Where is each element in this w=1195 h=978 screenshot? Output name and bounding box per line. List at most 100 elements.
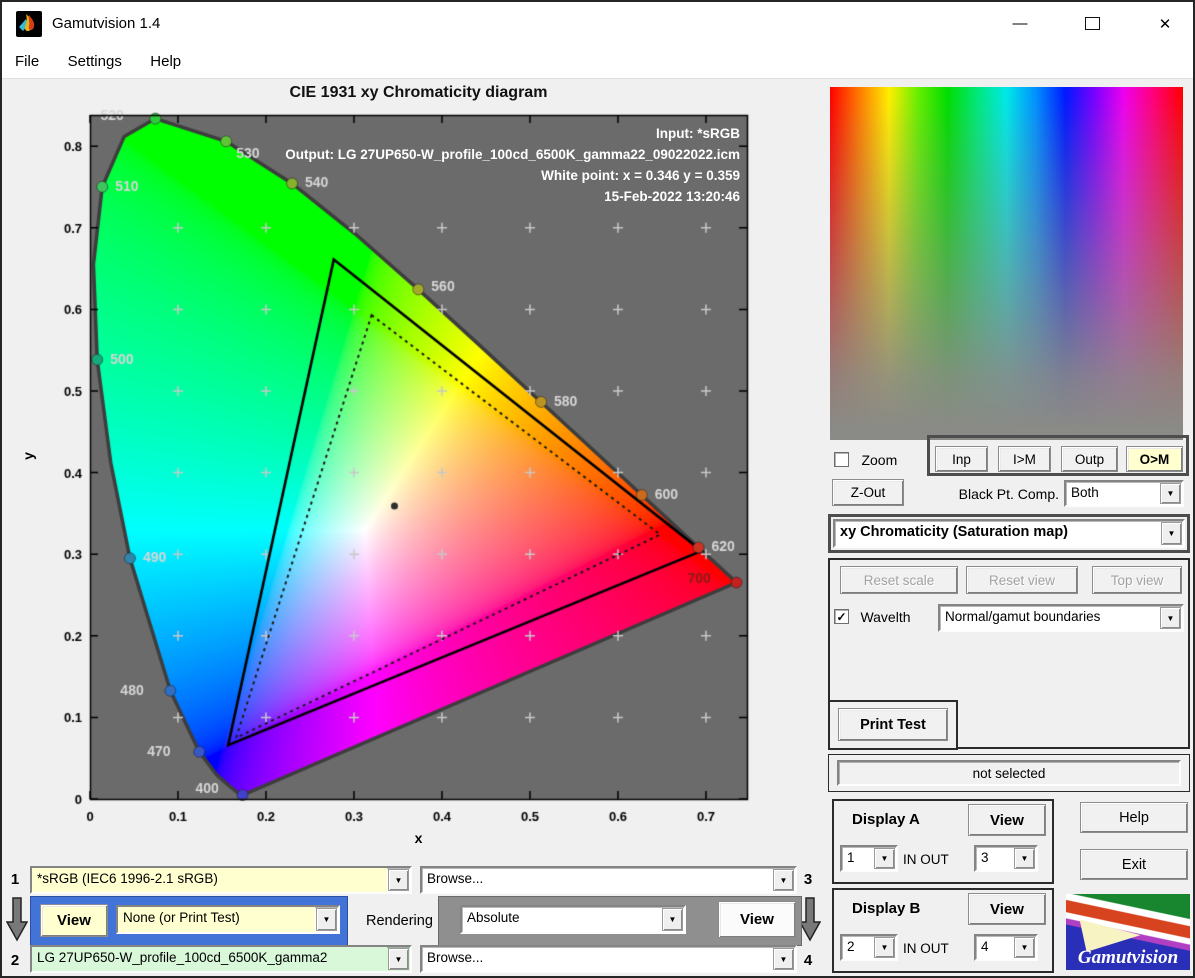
status-text: not selected <box>972 765 1046 781</box>
exit-button[interactable]: Exit <box>1080 849 1188 880</box>
outp-button[interactable]: Outp <box>1061 446 1118 472</box>
dropdown-arrow-icon[interactable]: ▼ <box>1014 937 1035 958</box>
dropdown-arrow-icon[interactable]: ▼ <box>316 908 337 931</box>
annotation-output: Output: LG 27UP650-W_profile_100cd_6500K… <box>285 147 740 162</box>
top-view-label: Top view <box>1110 572 1164 588</box>
o-to-m-button[interactable]: O>M <box>1126 446 1183 472</box>
slot2-label: 2 <box>10 952 20 969</box>
print-test-button[interactable]: Print Test <box>838 708 948 741</box>
zoom-checkbox-box[interactable] <box>834 452 849 468</box>
minimize-icon: — <box>1012 15 1028 32</box>
minimize-button[interactable]: — <box>992 2 1048 45</box>
reset-view-label: Reset view <box>988 572 1056 588</box>
dropdown-arrow-icon[interactable]: ▼ <box>1160 483 1181 504</box>
chart-title: CIE 1931 xy Chromaticity diagram <box>289 84 548 101</box>
z-out-button-label: Z-Out <box>850 485 886 500</box>
o-to-m-button-label: O>M <box>1139 451 1170 467</box>
view-left-button[interactable]: View <box>40 904 108 937</box>
down-arrow-icon <box>799 897 821 942</box>
maximize-button[interactable] <box>1064 2 1120 45</box>
i-to-m-button[interactable]: I>M <box>998 446 1051 472</box>
app-window: Gamutvision 1.4 — ✕ File Settings Help C… <box>0 0 1195 978</box>
display-mode-select[interactable]: xy Chromaticity (Saturation map) ▼ <box>833 519 1185 548</box>
menu-file[interactable]: File <box>2 46 51 70</box>
rendering-intent-select[interactable]: Absolute ▼ <box>460 905 686 934</box>
title-bar: Gamutvision 1.4 — ✕ <box>2 2 1193 46</box>
display-a-out-value: 3 <box>981 850 989 865</box>
reset-scale-label: Reset scale <box>863 572 935 588</box>
menu-bar: File Settings Help <box>2 46 1193 79</box>
slot3-label: 3 <box>803 871 813 888</box>
close-button[interactable]: ✕ <box>1137 2 1193 45</box>
outp-button-label: Outp <box>1074 451 1105 467</box>
top-view-button[interactable]: Top view <box>1092 566 1182 594</box>
display-b-in-value: 2 <box>847 939 855 954</box>
zoom-checkbox[interactable]: Zoom <box>834 451 897 469</box>
close-icon: ✕ <box>1158 15 1172 33</box>
browse4-value: Browse... <box>427 950 484 965</box>
help-button[interactable]: Help <box>1080 802 1188 833</box>
status-bar: not selected <box>837 760 1181 786</box>
slot4-label: 4 <box>803 952 813 969</box>
exit-button-label: Exit <box>1121 856 1147 873</box>
display-a-out-select[interactable]: 3 ▼ <box>974 845 1038 872</box>
display-b-title: Display B <box>852 900 921 917</box>
inp-button[interactable]: Inp <box>935 446 988 472</box>
display-b-out-select[interactable]: 4 ▼ <box>974 934 1038 961</box>
rendering-intent-value: Absolute <box>467 910 520 925</box>
display-a-view-label: View <box>990 811 1024 829</box>
browse3-value: Browse... <box>427 871 484 886</box>
display-a-view-button[interactable]: View <box>968 804 1046 836</box>
display-b-out-value: 4 <box>981 939 989 954</box>
rendering-label: Rendering <box>366 913 433 929</box>
display-a-inout-label: IN OUT <box>903 852 949 867</box>
chromaticity-figure: CIE 1931 xy Chromaticity diagram Input: … <box>2 80 822 860</box>
x-axis-label: x <box>414 830 423 846</box>
dropdown-arrow-icon[interactable]: ▼ <box>773 869 794 891</box>
check-icon: ✓ <box>836 609 847 624</box>
wavelth-checkbox-box[interactable]: ✓ <box>834 609 849 625</box>
printer-profile-select[interactable]: None (or Print Test) ▼ <box>116 905 340 934</box>
slot1-label: 1 <box>10 871 20 888</box>
app-icon <box>16 11 42 37</box>
y-axis-label: y <box>20 452 36 460</box>
display-mode-value: xy Chromaticity (Saturation map) <box>840 524 1069 540</box>
dropdown-arrow-icon[interactable]: ▼ <box>874 937 895 958</box>
dropdown-arrow-icon[interactable]: ▼ <box>1161 522 1182 545</box>
dropdown-arrow-icon[interactable]: ▼ <box>773 948 794 970</box>
reset-scale-button[interactable]: Reset scale <box>840 566 958 594</box>
z-out-button[interactable]: Z-Out <box>832 479 904 506</box>
display-b-view-button[interactable]: View <box>968 893 1046 925</box>
printer-profile-value: None (or Print Test) <box>118 907 315 932</box>
display-a-in-value: 1 <box>847 850 855 865</box>
annotation-white-point: White point: x = 0.346 y = 0.359 <box>541 168 740 183</box>
annotation-date: 15-Feb-2022 13:20:46 <box>604 189 740 204</box>
browse4-select[interactable]: Browse... ▼ <box>420 945 797 973</box>
dropdown-arrow-icon[interactable]: ▼ <box>1014 848 1035 869</box>
help-button-label: Help <box>1119 809 1149 826</box>
display-b-view-label: View <box>990 900 1024 918</box>
view-right-label: View <box>740 911 774 928</box>
wavelth-checkbox[interactable]: ✓ Wavelth <box>834 608 911 626</box>
display-b-in-select[interactable]: 2 ▼ <box>840 934 898 961</box>
profile-panel: 1 *sRGB (IEC6 1996-2.1 sRGB) ▼ Browse...… <box>2 860 822 976</box>
boundaries-select[interactable]: Normal/gamut boundaries ▼ <box>938 604 1184 632</box>
menu-help[interactable]: Help <box>138 46 193 70</box>
display-a-in-select[interactable]: 1 ▼ <box>840 845 898 872</box>
dropdown-arrow-icon[interactable]: ▼ <box>388 869 409 891</box>
reset-view-button[interactable]: Reset view <box>966 566 1078 594</box>
wavelth-checkbox-label: Wavelth <box>860 608 911 625</box>
boundaries-value: Normal/gamut boundaries <box>945 609 1101 624</box>
profile1-select[interactable]: *sRGB (IEC6 1996-2.1 sRGB) ▼ <box>30 866 412 894</box>
dropdown-arrow-icon[interactable]: ▼ <box>662 908 683 931</box>
view-right-button[interactable]: View <box>718 901 796 938</box>
browse3-select[interactable]: Browse... ▼ <box>420 866 797 894</box>
profile1-value: *sRGB (IEC6 1996-2.1 sRGB) <box>32 868 387 892</box>
dropdown-arrow-icon[interactable]: ▼ <box>388 948 409 970</box>
dropdown-arrow-icon[interactable]: ▼ <box>1160 607 1181 629</box>
dropdown-arrow-icon[interactable]: ▼ <box>874 848 895 869</box>
black-pt-comp-select[interactable]: Both ▼ <box>1064 480 1184 507</box>
menu-settings[interactable]: Settings <box>56 46 134 70</box>
profile2-select[interactable]: LG 27UP650-W_profile_100cd_6500K_gamma2 … <box>30 945 412 973</box>
black-pt-comp-label: Black Pt. Comp. <box>958 486 1059 502</box>
